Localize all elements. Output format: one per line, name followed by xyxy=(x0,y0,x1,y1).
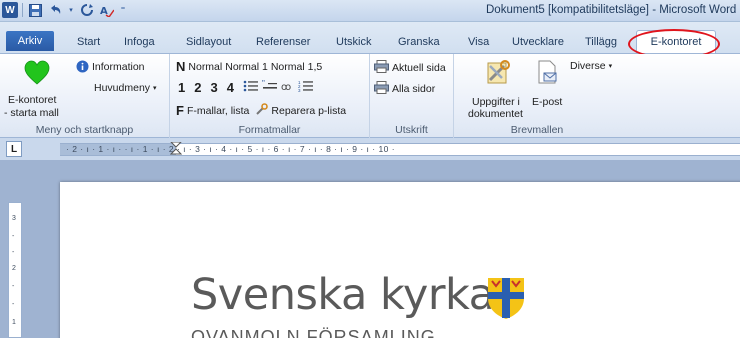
bullet-list-icon[interactable] xyxy=(243,80,259,95)
heading-4-button[interactable]: 4 xyxy=(227,80,234,95)
f-style-icon: F xyxy=(176,103,184,118)
vruler-tick: 3 xyxy=(12,215,16,222)
ribbon: E-kontoret - starta mall Information Huv… xyxy=(0,54,740,138)
uppgifter-label-2: dokumentet xyxy=(468,108,523,120)
repair-icon xyxy=(256,103,269,118)
style-normal-row: N Normal Normal 1 Normal 1,5 xyxy=(176,59,322,74)
f-row: F F-mallar, lista Reparera p-lista xyxy=(176,103,346,118)
ruler-row: L · 2 · ı · 1 · ı · · ı · 1 · ı · 2 · ı … xyxy=(0,138,740,160)
qat-separator xyxy=(22,3,23,17)
customize-qat-icon[interactable]: ⁼ xyxy=(119,2,127,18)
dash-list-icon[interactable]: " xyxy=(262,79,278,95)
vruler-tick: 1 xyxy=(12,319,16,326)
parish-subtitle: OVANMOLN FÖRSAMLING xyxy=(191,327,436,338)
ribbon-tabs: Arkiv Start Infoga Sidlayout Referenser … xyxy=(0,22,740,59)
vruler-tick: 2 xyxy=(12,265,16,272)
indent-marker-icon[interactable] xyxy=(170,142,182,158)
chevron-down-icon: ▾ xyxy=(608,63,613,70)
redo-icon[interactable] xyxy=(79,2,95,18)
group-utskrift: Aktuell sida Alla sidor Utskrift xyxy=(370,54,454,138)
email-document-icon xyxy=(538,60,557,84)
tab-granska[interactable]: Granska xyxy=(398,32,440,52)
tab-utskick[interactable]: Utskick xyxy=(336,32,371,52)
heading-3-button[interactable]: 3 xyxy=(210,80,217,95)
heart-icon xyxy=(24,60,50,85)
group-label-brevmallen: Brevmallen xyxy=(510,124,564,136)
vruler-tick: - xyxy=(12,283,15,290)
horizontal-ruler[interactable]: · 2 · ı · 1 · ı · · ı · 1 · ı · 2 · ı · … xyxy=(60,142,740,158)
print-current-page-button[interactable]: Aktuell sida xyxy=(374,60,446,76)
document-area: 3 - - 2 - - 1 Svenska kyrkan OVANMOLN FÖ… xyxy=(0,160,740,338)
group-brevmallen: Uppgifter i dokumentet E-post Diverse ▾ … xyxy=(454,54,620,138)
information-button[interactable]: Information xyxy=(76,60,145,73)
svg-text:": " xyxy=(262,80,265,88)
alla-sidor-label: Alla sidor xyxy=(392,83,436,95)
printer-icon xyxy=(374,81,389,97)
style-normal-button[interactable]: Normal xyxy=(188,61,222,73)
group-label-utskrift: Utskrift xyxy=(395,124,428,136)
uppgifter-label-1: Uppgifter i xyxy=(472,96,520,108)
diverse-dropdown[interactable]: Diverse ▾ xyxy=(570,60,612,72)
tab-sidlayout[interactable]: Sidlayout xyxy=(186,32,231,52)
tab-visa[interactable]: Visa xyxy=(468,32,489,52)
group-label-formatmallar: Formatmallar xyxy=(238,124,301,136)
tab-infoga[interactable]: Infoga xyxy=(124,32,155,52)
epost-label: E-post xyxy=(532,96,563,108)
ekontoret-label-1: E-kontoret xyxy=(8,94,57,106)
ruler-ticks: · 2 · ı · 1 · ı · · ı · 1 · ı · 2 · ı · … xyxy=(66,144,396,154)
special-char-icon[interactable]: ꝏ xyxy=(281,80,295,95)
numbered-list-icon[interactable]: 123 xyxy=(298,80,314,95)
quick-access-toolbar: W ▾ A ⁼ xyxy=(2,2,127,18)
svg-text:3: 3 xyxy=(298,88,301,92)
undo-icon[interactable] xyxy=(47,2,63,18)
undo-dropdown-icon[interactable]: ▾ xyxy=(67,2,75,18)
vertical-ruler[interactable]: 3 - - 2 - - 1 xyxy=(8,202,22,338)
printer-icon xyxy=(374,60,389,76)
save-icon[interactable] xyxy=(27,2,43,18)
n-style-icon: N xyxy=(176,59,186,74)
aktuell-sida-label: Aktuell sida xyxy=(392,62,446,74)
spelling-icon[interactable]: A xyxy=(99,2,115,18)
logo-text: Svenska kyrkan xyxy=(191,270,522,320)
huvudmeny-label: Huvudmeny xyxy=(94,82,151,94)
tab-tillagg[interactable]: Tillägg xyxy=(585,32,617,52)
print-all-pages-button[interactable]: Alla sidor xyxy=(374,81,435,97)
group-formatmallar: N Normal Normal 1 Normal 1,5 1 2 3 4 " ꝏ… xyxy=(170,54,370,138)
info-icon xyxy=(76,60,89,73)
heading-1-button[interactable]: 1 xyxy=(178,80,185,95)
document-page[interactable]: Svenska kyrkan OVANMOLN FÖRSAMLING xyxy=(60,182,740,338)
tab-referenser[interactable]: Referenser xyxy=(256,32,310,52)
chevron-down-icon: ▾ xyxy=(153,85,157,92)
group-meny-och-startknapp: E-kontoret - starta mall Information Huv… xyxy=(0,54,170,138)
group-label-meny: Meny och startknapp xyxy=(35,124,134,136)
document-tools-icon xyxy=(487,60,510,84)
reparera-button[interactable]: Reparera p-lista xyxy=(271,105,346,117)
vruler-tick: - xyxy=(12,249,15,256)
tab-utvecklare[interactable]: Utvecklare xyxy=(512,32,564,52)
window-title: Dokument5 [kompatibilitetsläge] - Micros… xyxy=(486,4,737,16)
title-bar: W ▾ A ⁼ Dokument5 [kompatibilitetsläge] … xyxy=(0,0,740,22)
tab-arkiv[interactable]: Arkiv xyxy=(6,31,54,51)
style-normal15-button[interactable]: Normal 1,5 xyxy=(271,61,322,73)
heading-2-button[interactable]: 2 xyxy=(194,80,201,95)
word-app-icon[interactable]: W xyxy=(2,2,18,18)
church-crest-icon xyxy=(488,278,524,319)
tab-selector-button[interactable]: L xyxy=(6,141,22,157)
tab-start[interactable]: Start xyxy=(77,32,100,52)
vruler-tick: - xyxy=(12,233,15,240)
vruler-tick: - xyxy=(12,301,15,308)
diverse-label: Diverse xyxy=(570,60,606,72)
information-label: Information xyxy=(92,60,145,73)
fmallar-button[interactable]: F-mallar, lista xyxy=(187,105,249,117)
style-normal1-button[interactable]: Normal 1 xyxy=(225,61,268,73)
heading-row: 1 2 3 4 " ꝏ 123 xyxy=(178,79,314,95)
ekontoret-label-2: - starta mall xyxy=(4,107,59,119)
huvudmeny-dropdown[interactable]: Huvudmeny ▾ xyxy=(94,82,157,94)
svg-text:ꝏ: ꝏ xyxy=(281,82,291,92)
